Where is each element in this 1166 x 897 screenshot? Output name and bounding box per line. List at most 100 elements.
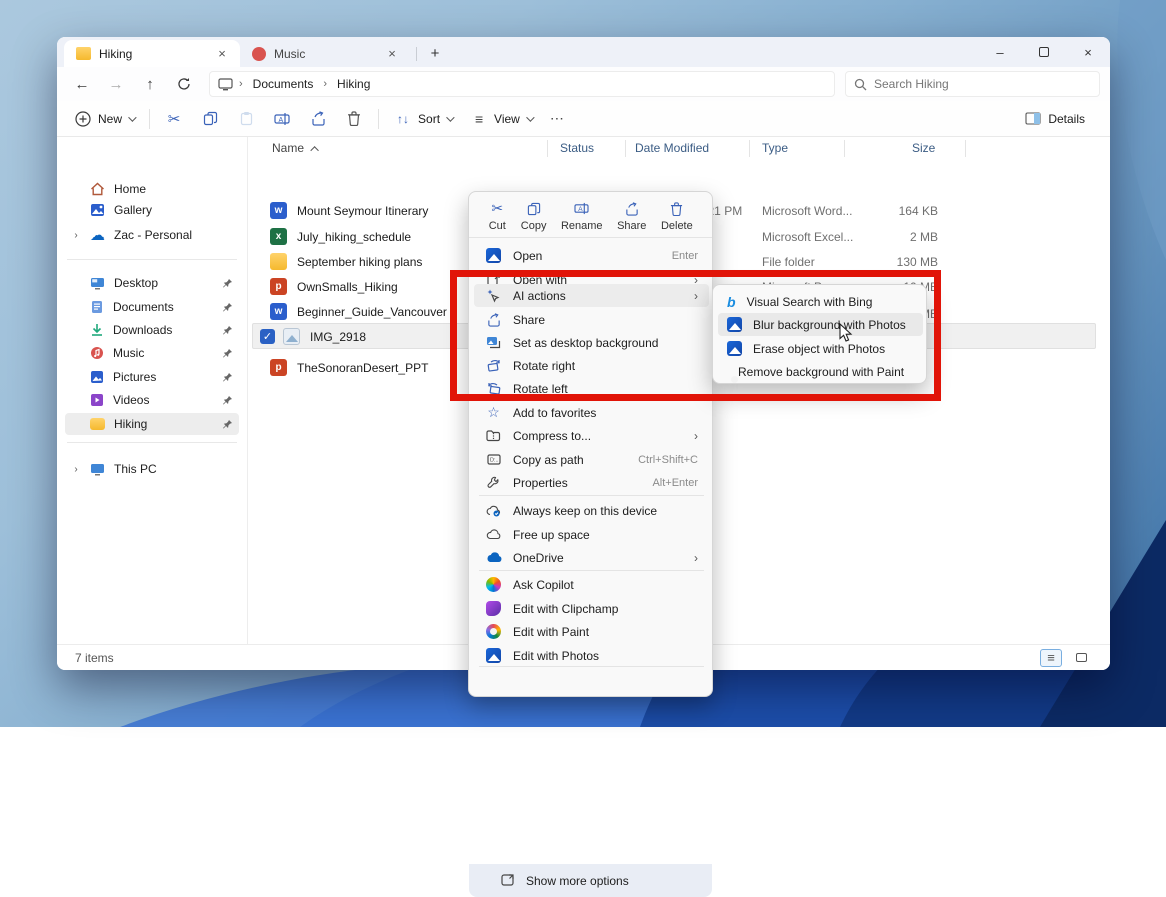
file-row[interactable]: w Beginner_Guide_Vancouver xyxy=(270,299,447,324)
share-icon xyxy=(309,110,327,128)
cut-icon: ✂ xyxy=(488,200,506,218)
file-row[interactable]: September hiking plans xyxy=(270,249,422,274)
paste-button[interactable] xyxy=(228,104,264,134)
new-tab-button[interactable]: + xyxy=(423,41,447,65)
sidebar-item-desktop[interactable]: Desktop xyxy=(65,272,239,294)
file-row[interactable]: w Mount Seymour Itinerary xyxy=(270,198,428,223)
sidebar-item-this-pc[interactable]: › This PC xyxy=(65,458,239,480)
command-toolbar: New ✂ A xyxy=(57,101,1110,137)
annotation-highlight-rectangle xyxy=(450,270,941,401)
window-controls: – × xyxy=(978,37,1110,67)
menu-item-properties[interactable]: Properties Alt+Enter xyxy=(474,471,709,494)
breadcrumb-documents[interactable]: Documents xyxy=(249,75,318,93)
breadcrumb[interactable]: › Documents › Hiking xyxy=(209,71,835,97)
delete-button[interactable]: Delete xyxy=(661,200,693,232)
sidebar-divider xyxy=(67,442,237,443)
onedrive-icon xyxy=(485,552,502,563)
sidebar-item-home[interactable]: Home xyxy=(65,178,239,200)
sidebar-item-label: Music xyxy=(113,346,144,360)
back-button[interactable]: ← xyxy=(67,71,97,97)
menu-item-show-more-options[interactable]: Show more options xyxy=(469,864,712,897)
maximize-button[interactable] xyxy=(1022,37,1066,67)
sidebar-item-downloads[interactable]: Downloads xyxy=(65,319,239,341)
powerpoint-file-icon: p xyxy=(270,278,287,295)
up-button[interactable]: ↑ xyxy=(135,71,165,97)
tab-label: Hiking xyxy=(99,47,132,61)
copy-button[interactable]: Copy xyxy=(521,200,547,232)
menu-item-copy-as-path[interactable]: D:.. Copy as path Ctrl+Shift+C xyxy=(474,448,709,471)
refresh-button[interactable] xyxy=(169,71,199,97)
close-button[interactable]: × xyxy=(1066,37,1110,67)
cut-button[interactable]: ✂ Cut xyxy=(488,200,506,232)
rename-button[interactable]: A Rename xyxy=(561,200,603,232)
expand-chevron-icon[interactable]: › xyxy=(71,230,81,241)
delete-button[interactable] xyxy=(336,104,372,134)
details-view-toggle[interactable]: ≡ xyxy=(1040,649,1062,667)
pin-icon xyxy=(222,419,233,430)
sidebar-item-onedrive-personal[interactable]: › ☁ Zac - Personal xyxy=(65,224,239,246)
tab-label: Music xyxy=(274,47,305,61)
column-name[interactable]: Name xyxy=(272,141,319,155)
sidebar-item-hiking[interactable]: Hiking xyxy=(65,413,239,435)
tab-music[interactable]: Music × xyxy=(240,40,410,67)
sort-button[interactable]: ↑↓ Sort xyxy=(385,104,461,134)
rename-button[interactable]: A xyxy=(264,104,300,134)
menu-item-free-up-space[interactable]: Free up space xyxy=(474,523,709,546)
copy-button[interactable] xyxy=(192,104,228,134)
sidebar-item-documents[interactable]: Documents xyxy=(65,296,239,318)
file-row[interactable]: x July_hiking_schedule xyxy=(270,224,411,249)
sidebar-item-gallery[interactable]: Gallery xyxy=(65,199,239,221)
videos-icon xyxy=(90,393,104,407)
file-type: Microsoft Excel... xyxy=(762,230,853,244)
maximize-icon xyxy=(1039,47,1049,57)
menu-separator xyxy=(479,666,704,667)
menu-item-compress-to[interactable]: Compress to... › xyxy=(474,424,709,447)
sidebar-item-pictures[interactable]: Pictures xyxy=(65,366,239,388)
paste-icon xyxy=(237,110,255,128)
thumbnail-view-toggle[interactable] xyxy=(1070,649,1092,667)
more-options-button[interactable]: ⋯ xyxy=(541,104,573,133)
new-button-label: New xyxy=(98,112,122,126)
chevron-down-icon xyxy=(526,113,534,121)
menu-item-edit-with-clipchamp[interactable]: Edit with Clipchamp xyxy=(474,597,709,620)
file-row[interactable]: p OwnSmalls_Hiking xyxy=(270,274,398,299)
folder-icon xyxy=(76,47,91,60)
share-button[interactable]: Share xyxy=(617,200,646,232)
cut-button[interactable]: ✂ xyxy=(156,104,192,134)
search-input[interactable]: Search Hiking xyxy=(845,71,1100,97)
forward-button[interactable]: → xyxy=(101,71,131,97)
this-pc-icon xyxy=(90,463,105,476)
menu-item-add-to-favorites[interactable]: ☆ Add to favorites xyxy=(474,401,709,424)
menu-item-open[interactable]: Open Enter xyxy=(474,244,709,267)
minimize-button[interactable]: – xyxy=(978,37,1022,67)
details-pane-button[interactable]: Details xyxy=(1015,104,1094,134)
column-date-modified[interactable]: Date Modified xyxy=(635,141,709,155)
menu-item-edit-with-photos[interactable]: Edit with Photos xyxy=(474,644,709,667)
new-button[interactable]: New xyxy=(65,104,143,134)
sidebar-item-videos[interactable]: Videos xyxy=(65,389,239,411)
menu-item-edit-with-paint[interactable]: Edit with Paint xyxy=(474,620,709,643)
column-size[interactable]: Size xyxy=(912,141,935,155)
close-tab-icon[interactable]: × xyxy=(384,46,400,62)
column-status[interactable]: Status xyxy=(560,141,594,155)
expand-chevron-icon[interactable]: › xyxy=(71,464,81,475)
sidebar-item-music[interactable]: Music xyxy=(65,342,239,364)
column-type[interactable]: Type xyxy=(762,141,788,155)
tab-hiking[interactable]: Hiking × xyxy=(64,40,240,67)
close-tab-icon[interactable]: × xyxy=(214,46,230,62)
pin-icon xyxy=(222,302,233,313)
view-button[interactable]: ≡ View xyxy=(461,104,541,134)
clipchamp-icon xyxy=(486,601,501,616)
checkbox-checked-icon[interactable]: ✓ xyxy=(260,329,275,344)
menu-item-ask-copilot[interactable]: Ask Copilot xyxy=(474,573,709,596)
file-row[interactable]: p TheSonoranDesert_PPT xyxy=(270,355,428,380)
sidebar-item-label: Downloads xyxy=(113,323,172,337)
breadcrumb-chevron-icon: › xyxy=(323,78,327,90)
breadcrumb-hiking[interactable]: Hiking xyxy=(333,75,374,93)
wrench-icon xyxy=(485,476,502,489)
file-row-selected[interactable]: ✓ IMG_2918 xyxy=(260,324,366,349)
menu-item-onedrive[interactable]: OneDrive › xyxy=(474,546,709,569)
menu-item-always-keep-on-device[interactable]: Always keep on this device xyxy=(474,499,709,522)
breadcrumb-chevron-icon: › xyxy=(239,78,243,90)
share-button[interactable] xyxy=(300,104,336,134)
